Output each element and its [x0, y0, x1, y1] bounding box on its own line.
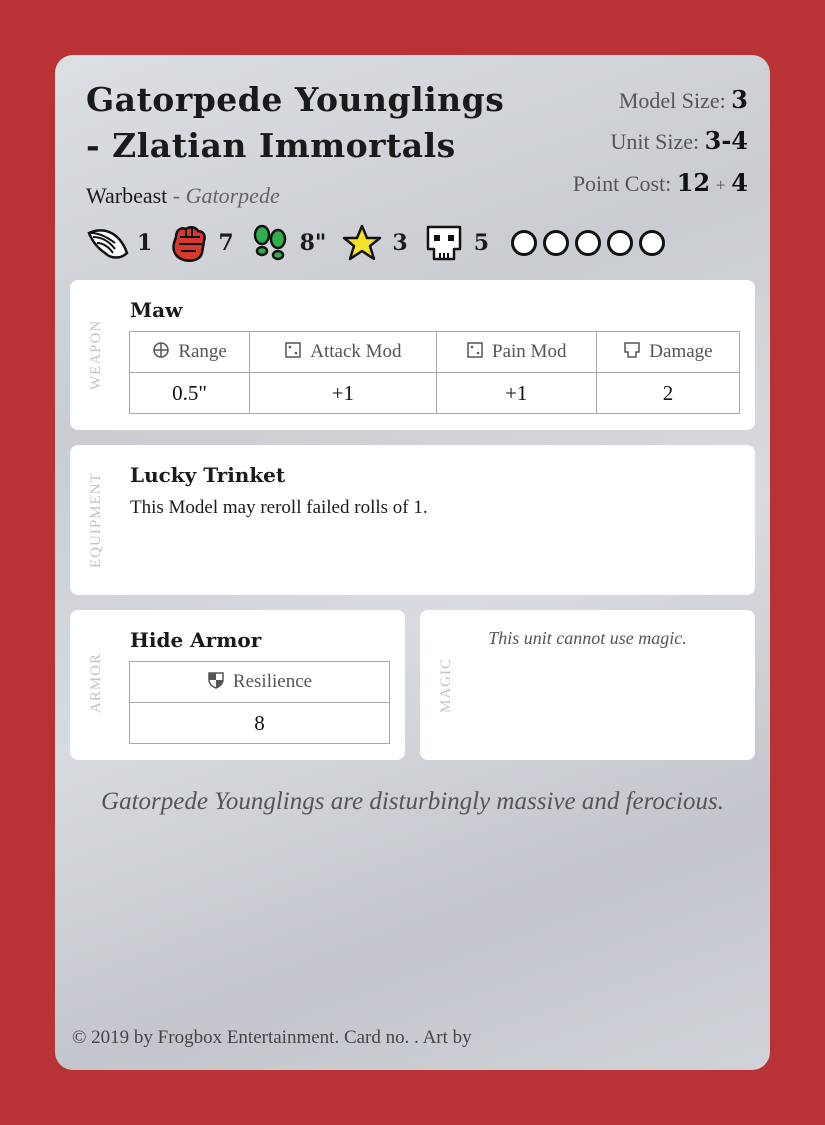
equipment-name: Lucky Trinket: [130, 463, 286, 487]
strength-stat: 7: [166, 223, 234, 263]
weapon-panel: WEAPON Maw Range Attack Mod Pain Mod Dam…: [70, 280, 755, 430]
unit-kind-line: Warbeast - Gatorpede: [86, 183, 280, 209]
die-icon: [467, 342, 483, 358]
wound-circle[interactable]: [575, 230, 602, 256]
armor-value-row: 8: [129, 702, 390, 744]
attack-mod-header-label: Attack Mod: [310, 341, 402, 362]
wing-icon: [87, 229, 129, 259]
wound-circle[interactable]: [639, 230, 666, 256]
resilience-header-label: Resilience: [232, 671, 313, 692]
unit-size: Unit Size: 3-4: [611, 126, 748, 155]
point-cost-plus: +: [715, 175, 726, 195]
point-cost: Point Cost: 12 + 4: [573, 168, 748, 197]
fist-icon: [172, 226, 207, 262]
point-cost-label: Point Cost:: [572, 171, 672, 196]
armor-name: Hide Armor: [130, 628, 262, 652]
unit-kind-separator: -: [172, 183, 181, 208]
equipment-section-label: EQUIPMENT: [88, 472, 104, 569]
skull-icon: [426, 225, 461, 261]
range-header: Range: [128, 331, 251, 373]
star-icon: [343, 224, 382, 261]
speed-value: 1: [137, 230, 153, 256]
model-size-value: 3: [731, 85, 748, 114]
unit-card: Gatorpede Younglings - Zlatian Immortals…: [55, 55, 770, 1070]
damage-header: Damage: [595, 331, 741, 373]
weapon-header-row: Range Attack Mod Pain Mod Damage: [128, 331, 741, 373]
move-value: 8": [299, 230, 327, 256]
attack-mod-value: +1: [249, 372, 437, 414]
skull-outline-icon: [624, 342, 641, 358]
shield-icon: [208, 672, 224, 689]
model-size-label: Model Size:: [618, 88, 726, 113]
wound-circle[interactable]: [607, 230, 634, 256]
attack-mod-header: Attack Mod: [249, 331, 437, 373]
point-cost-extra: 4: [731, 168, 748, 197]
damage-value: 2: [595, 372, 741, 414]
move-stat: 8": [248, 223, 327, 263]
star-value: 3: [392, 230, 408, 256]
armor-stats-table: Resilience 8: [129, 661, 390, 744]
weapon-stats-table: Range Attack Mod Pain Mod Damage 0.5" +1…: [128, 331, 741, 414]
crosshair-icon: [153, 342, 170, 358]
model-size: Model Size: 3: [619, 85, 748, 114]
star-stat: 3: [340, 223, 408, 263]
wound-tracker: [511, 230, 671, 256]
weapon-section-label: WEAPON: [88, 319, 104, 391]
die-icon: [285, 342, 301, 358]
copyright-footer: © 2019 by Frogbox Entertainment. Card no…: [72, 1027, 472, 1048]
equipment-text: This Model may reroll failed rolls of 1.: [130, 497, 428, 518]
flavor-text: Gatorpede Younglings are disturbingly ma…: [101, 788, 724, 815]
magic-section-label: MAGIC: [438, 657, 454, 713]
magic-panel: MAGIC This unit cannot use magic.: [420, 610, 755, 760]
card-title: Gatorpede Younglings - Zlatian Immortals: [86, 80, 505, 165]
armor-header-row: Resilience: [129, 661, 390, 703]
armor-panel: ARMOR Hide Armor Resilience 8: [70, 610, 405, 760]
health-stat: 5: [422, 223, 489, 263]
equipment-panel: EQUIPMENT Lucky Trinket This Model may r…: [70, 445, 755, 595]
magic-text: This unit cannot use magic.: [488, 628, 687, 648]
pain-mod-header-label: Pain Mod: [492, 341, 567, 362]
wound-circle[interactable]: [511, 230, 538, 256]
unit-size-value: 3-4: [704, 126, 748, 155]
health-value: 5: [473, 230, 490, 256]
stat-icons-row: 1 7 8" 3 5: [85, 223, 671, 263]
wound-circle[interactable]: [543, 230, 570, 256]
resilience-value: 8: [129, 702, 390, 744]
pain-mod-value: +1: [435, 372, 597, 414]
resilience-header: Resilience: [129, 661, 390, 703]
damage-header-label: Damage: [649, 341, 713, 362]
weapon-value-row: 0.5" +1 +1 2: [128, 372, 741, 414]
point-cost-value: 12: [676, 168, 711, 197]
strength-value: 7: [218, 230, 234, 256]
weapon-name: Maw: [130, 298, 183, 322]
speed-stat: 1: [85, 223, 152, 263]
range-value: 0.5": [128, 372, 251, 414]
footprints-icon: [253, 224, 286, 261]
unit-type: Gatorpede: [185, 183, 280, 208]
unit-kind: Warbeast: [86, 183, 168, 208]
unit-size-label: Unit Size:: [610, 129, 700, 154]
range-header-label: Range: [178, 341, 227, 362]
armor-section-label: ARMOR: [88, 652, 104, 713]
pain-mod-header: Pain Mod: [435, 331, 597, 373]
